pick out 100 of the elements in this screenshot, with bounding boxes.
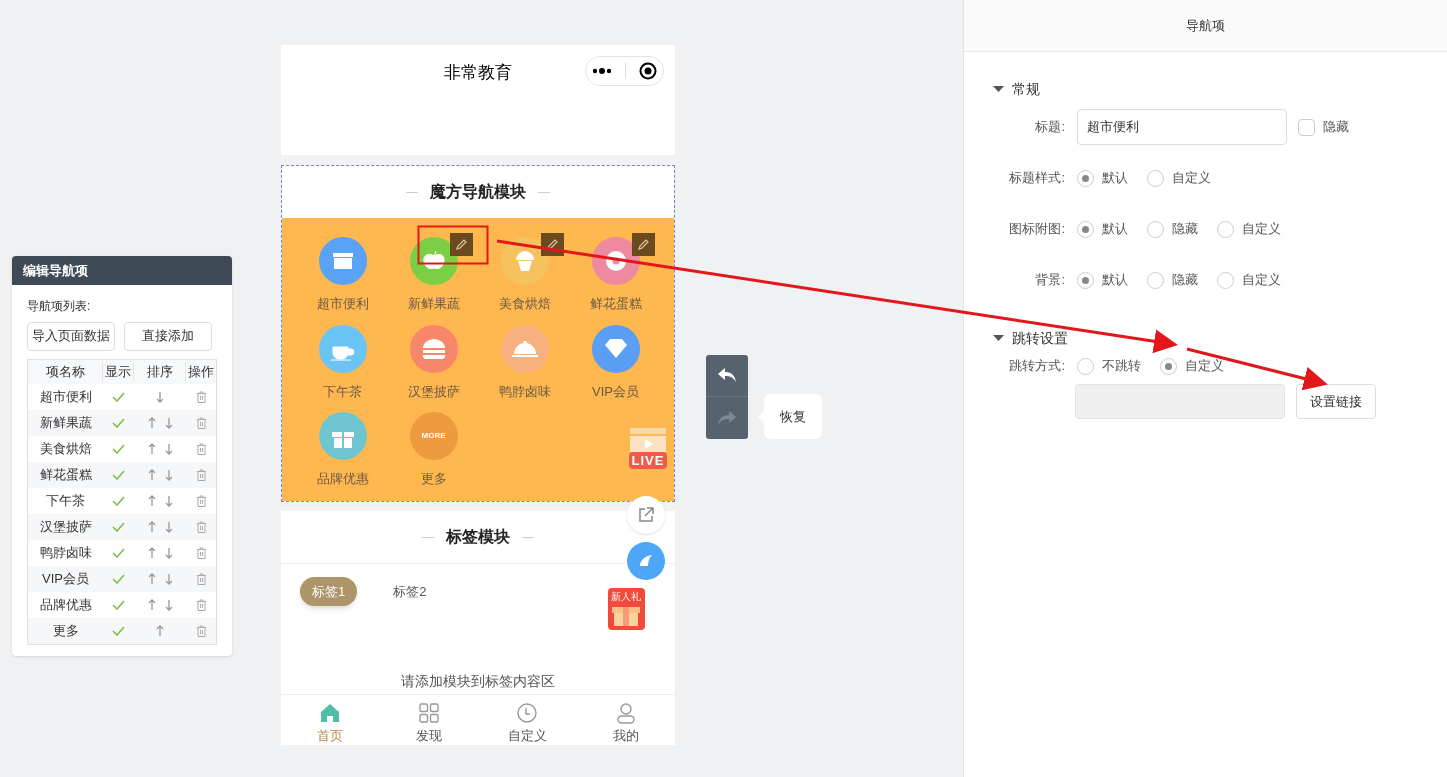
radio-button[interactable] — [1147, 169, 1164, 187]
trash-icon[interactable] — [195, 443, 207, 455]
check-icon[interactable] — [112, 496, 125, 506]
tab[interactable]: 标签1 — [300, 577, 358, 606]
tab-bar-item[interactable]: 自定义 — [478, 695, 577, 745]
trash-icon[interactable] — [195, 599, 207, 611]
title-input[interactable]: 超市便利 — [1077, 109, 1287, 145]
empty-hint: 请添加模块到标签内容区 — [400, 672, 556, 691]
up-arrow-icon[interactable] — [147, 495, 156, 507]
up-arrow-icon[interactable] — [147, 599, 156, 611]
edit-button[interactable] — [632, 233, 655, 256]
link-field[interactable] — [1075, 384, 1285, 419]
column-header: 项名称 — [28, 362, 103, 382]
check-icon[interactable] — [112, 574, 125, 584]
down-arrow-icon[interactable] — [156, 391, 164, 403]
share-button[interactable] — [627, 496, 665, 534]
up-arrow-icon[interactable] — [147, 573, 156, 585]
up-arrow-icon[interactable] — [147, 547, 156, 559]
down-arrow-icon[interactable] — [164, 417, 173, 429]
caret-icon[interactable] — [993, 86, 1004, 92]
check-icon[interactable] — [112, 626, 125, 636]
nav-label[interactable]: 鸭脖卤味 — [498, 381, 551, 401]
trash-icon[interactable] — [195, 547, 207, 559]
cupcake-icon[interactable] — [500, 237, 549, 285]
trash-icon[interactable] — [195, 391, 207, 403]
tab-bar-item[interactable]: 发现 — [379, 695, 478, 745]
radio-button[interactable] — [1077, 169, 1094, 187]
tab-bar-item[interactable]: 首页 — [281, 695, 380, 745]
check-icon[interactable] — [112, 600, 125, 610]
down-arrow-icon[interactable] — [164, 547, 173, 559]
radio-button[interactable] — [1077, 220, 1094, 238]
up-arrow-icon[interactable] — [147, 521, 156, 533]
gift-badge[interactable]: 新人礼 — [607, 588, 645, 630]
radio-button[interactable] — [1077, 357, 1094, 375]
trash-icon[interactable] — [195, 521, 207, 533]
more-icon[interactable] — [592, 68, 613, 74]
check-icon[interactable] — [112, 522, 125, 532]
trash-icon[interactable] — [195, 625, 207, 637]
down-arrow-icon[interactable] — [164, 443, 173, 455]
user-icon[interactable] — [614, 702, 637, 724]
up-arrow-icon[interactable] — [147, 443, 156, 455]
nav-label[interactable]: 更多 — [420, 469, 447, 489]
down-arrow-icon[interactable] — [164, 495, 173, 507]
more-icon[interactable]: MORE — [409, 412, 458, 460]
edit-button[interactable] — [450, 233, 473, 256]
down-arrow-icon[interactable] — [164, 469, 173, 481]
field-label: 标题样式: — [1009, 170, 1065, 186]
section-header[interactable]: 常规 — [993, 79, 1040, 99]
clock-icon[interactable] — [516, 702, 539, 724]
down-arrow-icon[interactable] — [164, 573, 173, 585]
radio-button[interactable] — [1217, 220, 1234, 238]
live-badge[interactable]: LIVE — [627, 428, 669, 469]
check-icon[interactable] — [112, 444, 125, 454]
down-arrow-icon[interactable] — [164, 521, 173, 533]
service-button[interactable] — [627, 542, 665, 580]
radio-button[interactable] — [1147, 220, 1164, 238]
radio-button[interactable] — [1077, 271, 1094, 289]
check-icon[interactable] — [112, 392, 125, 402]
up-arrow-icon[interactable] — [147, 469, 156, 481]
set-link-button[interactable]: 设置链接 — [1296, 384, 1376, 419]
tab[interactable]: 标签2 — [381, 577, 439, 606]
nav-label[interactable]: 美食烘焙 — [498, 294, 551, 314]
tab-bar-item[interactable]: 我的 — [576, 695, 675, 745]
up-arrow-icon[interactable] — [147, 417, 156, 429]
store-icon[interactable] — [318, 237, 367, 285]
caret-icon[interactable] — [993, 335, 1004, 341]
nav-label[interactable]: 新鲜果蔬 — [407, 294, 460, 314]
trash-icon[interactable] — [195, 417, 207, 429]
nav-label[interactable]: VIP会员 — [592, 381, 639, 401]
undo-icon[interactable] — [717, 367, 737, 383]
radio-button[interactable] — [1160, 357, 1177, 375]
share-icon[interactable] — [637, 506, 655, 524]
radio-button[interactable] — [1217, 271, 1234, 289]
nav-label[interactable]: 汉堡披萨 — [407, 381, 460, 401]
check-icon[interactable] — [112, 418, 125, 428]
section-header[interactable]: 跳转设置 — [993, 328, 1068, 348]
pencil-icon[interactable] — [637, 238, 650, 251]
app-title: 非常教育 — [444, 62, 512, 84]
nav-label[interactable]: 超市便利 — [316, 294, 369, 314]
trash-icon[interactable] — [195, 573, 207, 585]
trash-icon[interactable] — [195, 469, 207, 481]
pencil-icon[interactable] — [546, 238, 559, 251]
checkbox[interactable] — [1298, 118, 1315, 136]
down-arrow-icon[interactable] — [164, 599, 173, 611]
nav-label[interactable]: 鲜花蛋糕 — [589, 294, 642, 314]
home-icon[interactable] — [319, 702, 342, 724]
gift-icon[interactable] — [318, 412, 367, 460]
nav-label[interactable]: 品牌优惠 — [316, 469, 369, 489]
record-icon[interactable] — [638, 62, 657, 80]
redo-icon[interactable] — [717, 409, 737, 426]
check-icon[interactable] — [112, 470, 125, 480]
import-button[interactable]: 导入页面数据 — [27, 322, 115, 351]
grid-icon[interactable] — [417, 702, 440, 724]
pencil-icon[interactable] — [455, 238, 468, 251]
nav-label[interactable]: 下午茶 — [323, 381, 362, 401]
add-button[interactable]: 直接添加 — [124, 322, 212, 351]
up-arrow-icon[interactable] — [156, 625, 164, 637]
check-icon[interactable] — [112, 548, 125, 558]
radio-button[interactable] — [1147, 271, 1164, 289]
trash-icon[interactable] — [195, 495, 207, 507]
